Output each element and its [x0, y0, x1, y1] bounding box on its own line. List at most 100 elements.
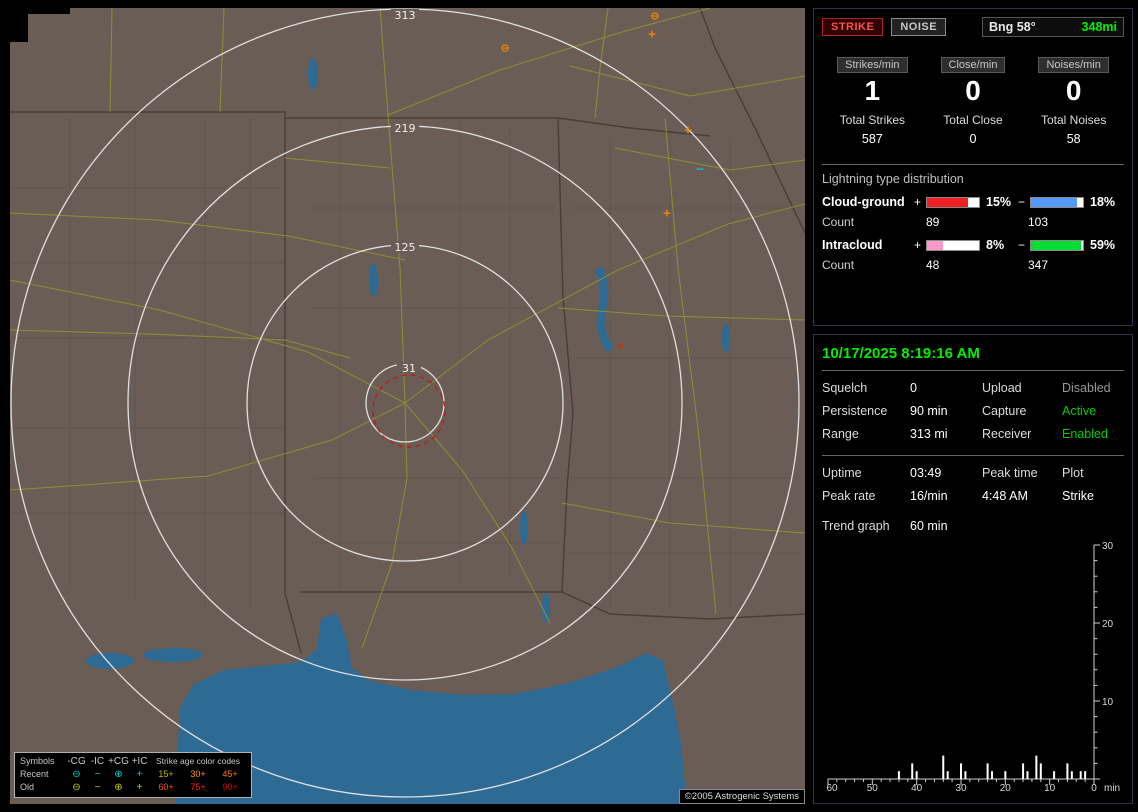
- noises-per-min-value: 0: [1023, 76, 1124, 106]
- cg-positive-bar-fill: [927, 198, 968, 207]
- x-tick-10: 10: [1044, 783, 1056, 793]
- neg-ic-old-icon: −: [87, 781, 108, 794]
- persistence-value: 90 min: [910, 404, 982, 418]
- neg-cg-recent-icon: ⊖: [66, 768, 87, 781]
- peak-rate-value: 16/min: [910, 489, 982, 503]
- stats-grid: Strikes/min 1 Total Strikes 587 Close/mi…: [822, 57, 1124, 146]
- trend-graph-value: 60 min: [910, 519, 1124, 533]
- count-label: Count: [822, 258, 926, 272]
- legend-col-neg-cg: -CG: [66, 755, 87, 768]
- noises-per-min-header[interactable]: Noises/min: [1038, 57, 1108, 73]
- ic-negative-count: 347: [1028, 258, 1124, 272]
- noise-mode-button[interactable]: NOISE: [891, 18, 946, 36]
- divider: [822, 370, 1124, 371]
- pos-ic-recent-icon: +: [129, 768, 150, 781]
- trend-chart: 30 20 10 60 50 40 30 20 10 0 min: [824, 541, 1124, 793]
- y-tick-30: 30: [1102, 541, 1114, 552]
- uptime-label: Uptime: [822, 466, 910, 480]
- x-tick-60: 60: [826, 783, 838, 793]
- receiver-value: Enabled: [1062, 427, 1124, 441]
- cg-negative-pct: 18%: [1084, 195, 1118, 209]
- intracloud-row: Intracloud + 8% − 59%: [822, 238, 1124, 252]
- cloud-ground-count-row: Count 89 103: [822, 215, 1124, 229]
- divider: [822, 164, 1124, 165]
- strikes-per-min-value: 1: [822, 76, 923, 106]
- distribution-title: Lightning type distribution: [822, 172, 1124, 186]
- ic-negative-bar: [1030, 240, 1084, 251]
- y-tick-20: 20: [1102, 619, 1114, 630]
- range-value: 313 mi: [910, 427, 982, 441]
- ring-label-125: 125: [395, 241, 416, 254]
- mode-header-row: STRIKE NOISE Bng 58° 348mi: [822, 17, 1124, 37]
- ic-negative-bar-fill: [1031, 241, 1081, 250]
- svg-text:+: +: [647, 28, 656, 41]
- age-45: 45+: [214, 768, 246, 781]
- total-close-value: 0: [923, 132, 1024, 146]
- ring-label-313: 313: [395, 9, 416, 22]
- ring-label-31: 31: [402, 362, 416, 375]
- plus-sign: +: [914, 238, 926, 252]
- ic-negative-pct: 59%: [1084, 238, 1118, 252]
- neg-ic-recent-icon: −: [87, 768, 108, 781]
- close-per-min-header[interactable]: Close/min: [941, 57, 1006, 73]
- receiver-label: Receiver: [982, 427, 1062, 441]
- cg-negative-count: 103: [1028, 215, 1124, 229]
- legend-age-header: Strike age color codes: [150, 755, 246, 768]
- capture-value: Active: [1062, 404, 1124, 418]
- total-noises-label: Total Noises: [1023, 113, 1124, 127]
- legend-old-label: Old: [20, 781, 66, 794]
- x-tick-30: 30: [955, 783, 967, 793]
- trend-axis-labels: 30 20 10 60 50 40 30 20 10 0 min: [826, 541, 1120, 793]
- legend-recent-row: Recent ⊖ − ⊕ + 15+ 30+ 45+: [20, 768, 246, 781]
- ic-positive-count: 48: [926, 258, 1028, 272]
- squelch-value: 0: [910, 381, 982, 395]
- divider: [822, 455, 1124, 456]
- minus-sign: −: [1018, 195, 1030, 209]
- cloud-ground-label: Cloud-ground: [822, 195, 914, 209]
- total-close-label: Total Close: [923, 113, 1024, 127]
- strikes-per-min-header[interactable]: Strikes/min: [837, 57, 907, 73]
- stats-box: STRIKE NOISE Bng 58° 348mi Strikes/min 1…: [813, 8, 1133, 326]
- uptime-value: 03:49: [910, 466, 982, 480]
- map-view[interactable]: 313 219 125 31 ⊖+⊖+−++ Symbols -CG -IC +…: [10, 8, 805, 804]
- count-label: Count: [822, 215, 926, 229]
- x-tick-20: 20: [1000, 783, 1012, 793]
- trend-ticks: [828, 545, 1100, 785]
- intracloud-label: Intracloud: [822, 238, 914, 252]
- intracloud-count-row: Count 48 347: [822, 258, 1124, 272]
- x-tick-0: 0: [1091, 783, 1097, 793]
- age-90: 90+: [214, 781, 246, 794]
- strike-mode-button[interactable]: STRIKE: [822, 18, 883, 36]
- map-legend: Symbols -CG -IC +CG +IC Strike age color…: [14, 752, 252, 798]
- svg-text:+: +: [662, 207, 671, 220]
- ic-positive-pct: 8%: [980, 238, 1018, 252]
- svg-text:−: −: [695, 163, 704, 176]
- stat-col-close: Close/min 0 Total Close 0: [923, 57, 1024, 146]
- range-label: Range: [822, 427, 910, 441]
- cloud-ground-row: Cloud-ground + 15% − 18%: [822, 195, 1124, 209]
- current-datetime: 10/17/2025 8:19:16 AM: [822, 345, 1124, 362]
- age-60: 60+: [150, 781, 182, 794]
- svg-text:+: +: [683, 124, 692, 137]
- cg-negative-bar-fill: [1031, 198, 1077, 207]
- x-tick-40: 40: [911, 783, 923, 793]
- ic-positive-bar-fill: [927, 241, 943, 250]
- cg-positive-count: 89: [926, 215, 1028, 229]
- distance-value: 348mi: [1082, 20, 1117, 34]
- cg-positive-bar: [926, 197, 980, 208]
- copyright-notice: ©2005 Astrogenic Systems: [679, 789, 805, 804]
- total-strikes-value: 587: [822, 132, 923, 146]
- legend-recent-label: Recent: [20, 768, 66, 781]
- legend-col-pos-ic: +IC: [129, 755, 150, 768]
- pos-cg-old-icon: ⊕: [108, 781, 129, 794]
- x-axis-unit: min: [1104, 783, 1120, 793]
- bearing-value: Bng 58°: [989, 20, 1036, 34]
- right-panel: STRIKE NOISE Bng 58° 348mi Strikes/min 1…: [813, 8, 1133, 804]
- age-75: 75+: [182, 781, 214, 794]
- x-tick-50: 50: [867, 783, 879, 793]
- close-per-min-value: 0: [923, 76, 1024, 106]
- cg-positive-pct: 15%: [980, 195, 1018, 209]
- y-tick-10: 10: [1102, 697, 1114, 708]
- squelch-label: Squelch: [822, 381, 910, 395]
- peak-time-label: Peak time: [982, 466, 1062, 480]
